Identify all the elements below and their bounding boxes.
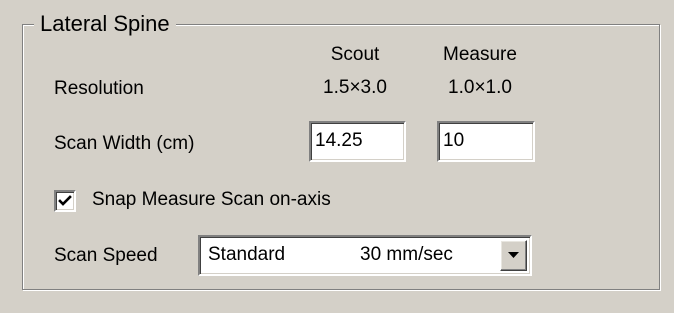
scan-speed-label: Scan Speed: [54, 245, 158, 266]
groupbox-title: Lateral Spine: [34, 11, 176, 37]
snap-measure-checkbox[interactable]: [54, 190, 76, 212]
scan-speed-selected-rate: 30 mm/sec: [360, 244, 453, 265]
measure-column-header: Measure: [443, 44, 517, 65]
chevron-down-icon: [508, 252, 519, 258]
measure-scan-width-input[interactable]: 10: [437, 121, 535, 162]
measure-resolution-value: 1.0×1.0: [448, 77, 512, 98]
scout-resolution-value: 1.5×3.0: [323, 77, 387, 98]
scout-column-header: Scout: [330, 44, 380, 65]
scan-speed-dropdown-button[interactable]: [500, 240, 527, 271]
scout-scan-width-input[interactable]: 14.25: [309, 121, 406, 162]
checkmark-icon: [58, 195, 72, 206]
scan-width-label: Scan Width (cm): [54, 133, 195, 154]
scan-speed-selected-name: Standard: [208, 244, 286, 265]
scan-speed-select[interactable]: Standard 30 mm/sec: [198, 235, 532, 276]
snap-measure-label[interactable]: Snap Measure Scan on-axis: [92, 189, 331, 211]
resolution-label: Resolution: [54, 78, 144, 99]
